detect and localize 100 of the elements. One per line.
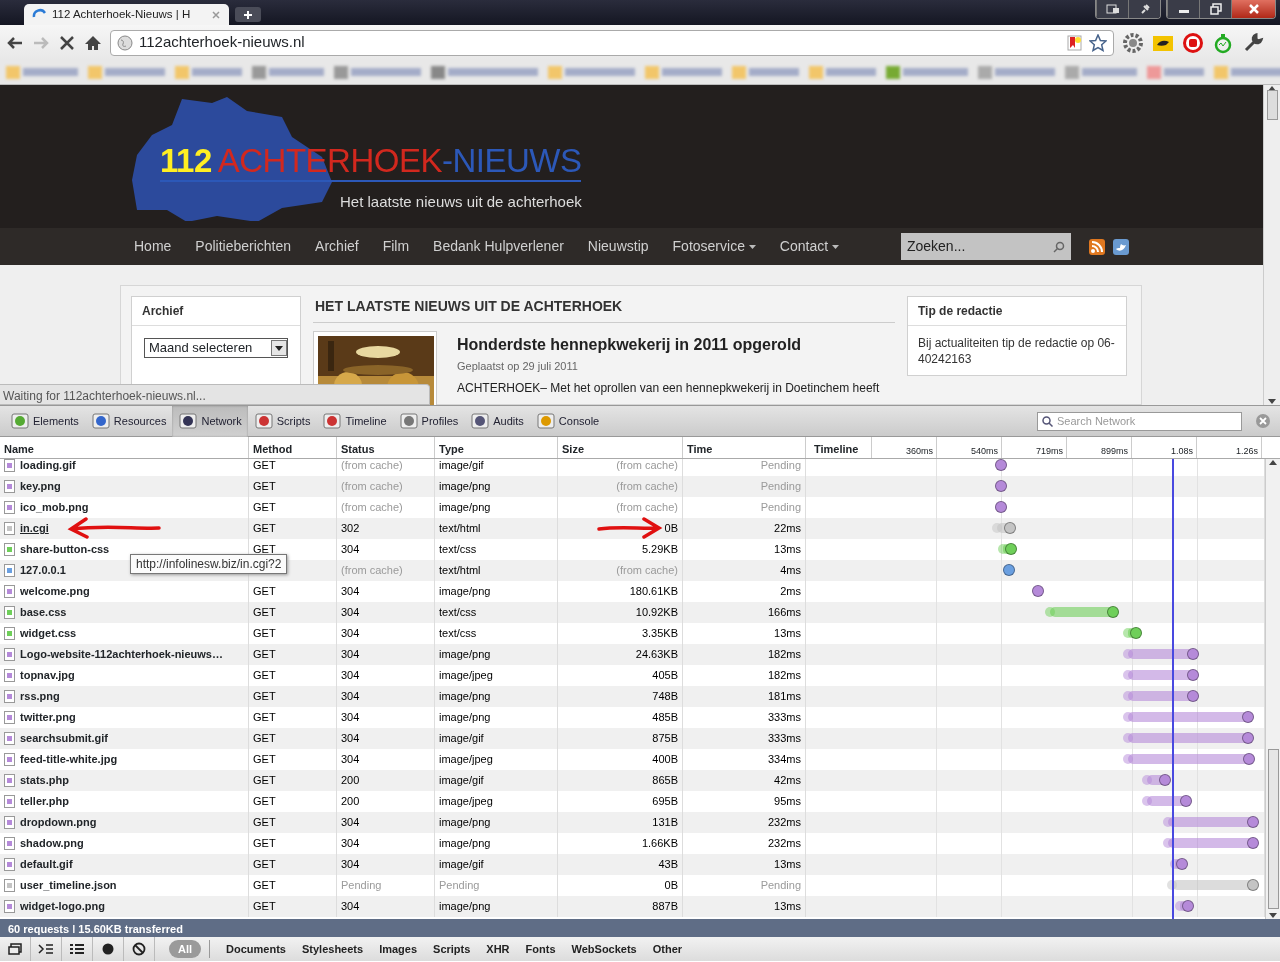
file-name[interactable]: Logo-website-112achterhoek-nieuws… [20,646,223,663]
table-cell-text: GET [253,815,276,831]
file-name[interactable]: searchsubmit.gif [20,730,109,747]
file-name[interactable]: dropdown.png [20,814,97,831]
file-name[interactable]: welcome.png [20,583,90,600]
close-icon[interactable] [1256,414,1270,428]
nav-link[interactable]: Politieberichten [183,236,304,257]
month-select[interactable]: Maand selecteren [144,338,288,358]
panel-tab[interactable]: Network [172,405,248,437]
gear-icon[interactable] [1122,31,1144,54]
file-name[interactable]: widget.css [20,625,77,642]
file-name[interactable]: teller.php [20,793,69,810]
filter-button[interactable]: Stylesheets [293,940,372,958]
search-field[interactable]: Zoeken... [900,233,1071,260]
table-cell-text: 304 [341,668,360,684]
stop-sign-icon[interactable] [1182,31,1204,54]
column-header[interactable]: Method [249,437,337,458]
filter-button[interactable]: Images [371,940,426,958]
filter-button[interactable]: Documents [218,940,294,958]
panel-tab[interactable]: Timeline [316,405,393,437]
column-header[interactable]: Name [0,437,249,458]
file-name[interactable]: base.css [20,604,67,621]
table-cell-text: image/png [439,500,491,516]
status-bubble: Waiting for 112achterhoek-nieuws.nl... [0,384,430,405]
home-icon[interactable] [84,34,102,51]
star-icon[interactable] [1089,33,1107,52]
table-cell-text: image/png [439,689,491,705]
file-name[interactable]: twitter.png [20,709,76,726]
file-name[interactable]: stats.php [20,772,69,789]
file-name[interactable]: rss.png [20,688,60,705]
file-name[interactable]: default.gif [20,856,73,873]
column-header[interactable]: Status [337,437,435,458]
file-name[interactable]: shadow.png [20,835,84,852]
bird-icon[interactable] [1112,238,1129,255]
file-name[interactable]: key.png [20,478,61,495]
panel-tab[interactable]: Scripts [247,405,317,437]
file-name[interactable]: ico_mob.png [20,499,89,516]
file-name[interactable]: share-button-css [20,541,110,558]
nav-link[interactable]: Home [122,236,184,257]
file-name[interactable]: feed-title-white.jpg [20,751,118,768]
nav-link[interactable]: Fotoservice [660,236,768,257]
minimize-button[interactable] [1167,0,1199,18]
table-cell-text: image/jpeg [439,794,493,810]
filter-button[interactable]: Other [644,940,691,958]
restore-icon [1209,3,1222,15]
table-cell-text: 24.63KB [635,647,678,663]
new-tab-button[interactable] [235,7,261,22]
panel-tab[interactable]: Elements [4,405,85,437]
close-tab-icon[interactable] [211,9,221,20]
window-switch-button[interactable] [1096,0,1128,18]
nav-link[interactable]: Archief [303,236,371,257]
table-cell-text: text/css [439,542,477,558]
nav-link[interactable]: Nieuwstip [575,236,661,257]
back-icon[interactable] [6,34,24,51]
annotation-arrow [596,517,664,539]
panel-tab[interactable]: Profiles [392,405,465,437]
panel-tab[interactable]: Audits [464,405,530,437]
nav-link[interactable]: Film [370,236,422,257]
wrench-icon[interactable] [1242,31,1264,54]
table-cell-text: 0B [664,521,678,537]
page-scrollbar[interactable] [1263,85,1280,405]
stop-icon[interactable] [58,34,76,51]
file-name[interactable]: 127.0.0.1 [20,562,66,579]
dock-icon [8,943,22,955]
close-button[interactable] [1231,0,1275,18]
column-header[interactable]: Type [435,437,558,458]
pin-button[interactable] [1128,0,1160,18]
panel-tab[interactable]: Console [529,405,606,437]
scroll-thumb[interactable] [1266,90,1278,120]
file-name[interactable]: topnav.jpg [20,667,75,684]
stopwatch-icon[interactable] [1212,31,1234,54]
windows-icon [1105,4,1120,14]
file-name[interactable]: widget-logo.png [20,898,105,915]
scroll-thumb[interactable] [1267,749,1279,909]
table-cell-text: 485B [652,710,678,726]
bookmark-flag-icon[interactable] [1067,34,1083,51]
tip-text: Bij actualiteiten tip de redactie op 06-40242163 [917,335,1116,369]
article-title[interactable]: Honderdste hennepkwekerij in 2011 opgerold [457,335,880,355]
file-name[interactable]: in.cgi [20,520,49,537]
table-cell-text: 232ms [767,815,801,831]
panel-tab[interactable]: Resources [84,405,173,437]
column-header[interactable]: Size [558,437,683,458]
filter-button[interactable]: WebSockets [563,940,645,958]
table-cell-text: 131B [652,815,678,831]
address-bar[interactable]: 112achterhoek-nieuws.nl [110,29,1114,56]
filter-button[interactable]: Scripts [425,940,479,958]
blurred-bookmark[interactable] [431,65,538,79]
table-scrollbar[interactable] [1265,459,1280,919]
file-name[interactable]: loading.gif [20,459,76,474]
maximize-button[interactable] [1199,0,1231,18]
rss-icon[interactable] [1088,238,1105,255]
nav-link[interactable]: Contact [767,236,851,257]
column-header[interactable]: Timeline [806,437,872,458]
filter-button[interactable]: XHR [478,940,518,958]
tick-label: 1.26s [1197,437,1262,458]
browser-tab[interactable]: 112 Achterhoek-Nieuws | H [24,4,229,25]
nav-link[interactable]: Bedank Hulpverlener [421,236,576,257]
filter-button[interactable]: Fonts [517,940,564,958]
file-name[interactable]: user_timeline.json [20,877,117,894]
column-header[interactable]: Time [683,437,806,458]
